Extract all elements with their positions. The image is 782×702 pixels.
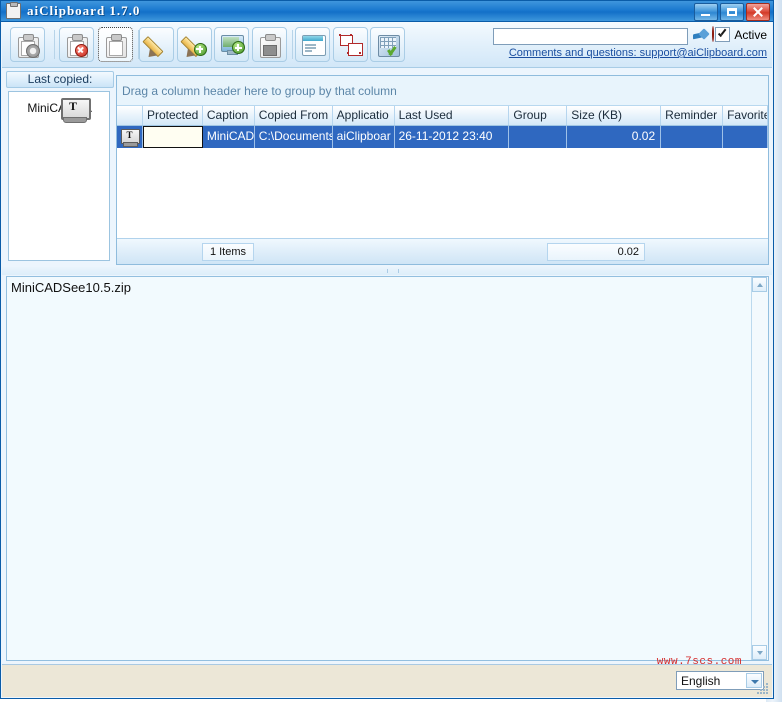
search-find-button[interactable] [692,27,710,44]
col-size[interactable]: Size (KB) [567,106,662,125]
add-screenshot-button[interactable] [214,27,249,62]
active-toggle[interactable]: Active [715,27,767,42]
close-button[interactable] [746,3,770,21]
col-reminder[interactable]: Reminder [661,106,724,125]
application-window: aiClipboard 1.7.0 Active Comments and qu… [0,0,774,699]
clipboard-gear-icon [18,33,40,58]
window-title: aiClipboard 1.7.0 [27,3,141,18]
col-copied-from[interactable]: Copied From [255,106,333,125]
calculator-check-icon [377,34,400,57]
preview-scrollbar[interactable] [751,277,768,660]
cell-reminder[interactable] [661,126,724,148]
support-link[interactable]: Comments and questions: support@aiClipbo… [509,47,767,59]
col-caption[interactable]: Caption [203,106,255,125]
app-clipboard-icon [6,2,21,19]
cell-caption[interactable]: MiniCAD [203,126,255,148]
maximize-button[interactable] [720,3,744,21]
pencil-icon [141,33,169,61]
cell-copied-from[interactable]: C:\Documents [255,126,333,148]
spreadsheet-check-button[interactable] [370,27,405,62]
last-copied-list[interactable]: T MiniCADS... [8,91,110,261]
active-label: Active [734,27,767,42]
status-bar: www.7scs.com English [2,656,772,697]
col-indicator[interactable] [117,106,143,125]
col-group[interactable]: Group [509,106,568,125]
clear-x-icon [712,26,714,42]
grid-footer: 1 Items 0.02 [117,238,768,264]
clip-preview-text: MiniCADSee10.5.zip [11,280,131,295]
paste-settings-button[interactable] [10,27,45,62]
grid-rows: T MiniCAD C:\Documents aiClipboar 26-11-… [117,126,768,236]
watermark-text: www.7scs.com [656,656,742,668]
scroll-up-arrow-icon[interactable] [752,277,767,292]
delete-clip-button[interactable] [59,27,94,62]
splitter-grip [387,269,399,273]
add-clip-button[interactable] [177,27,212,62]
language-select[interactable]: English [676,671,764,690]
col-last-used[interactable]: Last Used [395,106,510,125]
col-protected[interactable]: Protected [143,106,203,125]
cell-group[interactable] [509,126,568,148]
clipboard-save-icon [260,33,281,58]
last-copied-header: Last copied: [6,71,114,88]
clipboard-edit-icon [106,33,127,58]
rename-button[interactable] [139,27,174,62]
group-shapes-button[interactable] [333,27,368,62]
cell-favorite[interactable] [723,126,768,148]
edit-clip-button[interactable] [98,27,133,62]
col-favorite[interactable]: Favorite [723,106,768,125]
minimize-button[interactable] [694,3,718,21]
total-size-badge: 0.02 [547,242,645,261]
table-row[interactable]: T MiniCAD C:\Documents aiClipboar 26-11-… [117,126,768,148]
row-indicator-glyph: T [126,129,133,140]
language-value: English [681,673,721,688]
last-copied-item[interactable]: T MiniCADS... [17,98,103,123]
search-input[interactable] [497,30,661,46]
clips-grid: Drag a column header here to group by th… [116,75,769,265]
monitor-add-icon [221,35,245,55]
cell-size[interactable]: 0.02 [567,126,662,148]
window-icon [301,35,326,56]
toolbar-separator-1 [54,30,55,59]
text-monitor-icon: T [120,128,140,147]
item-count-badge: 1 Items [202,242,254,261]
resize-grip[interactable] [756,681,770,695]
save-clip-button[interactable] [252,27,287,62]
cell-protected[interactable] [142,126,203,148]
active-checkbox[interactable] [715,27,731,42]
grid-column-headers: Protected Caption Copied From Applicatio… [117,106,768,126]
title-bar: aiClipboard 1.7.0 [1,1,773,22]
main-toolbar: Active Comments and questions: support@a… [2,22,772,68]
clip-preview-panel[interactable]: MiniCADSee10.5.zip [6,276,769,661]
panel-splitter[interactable] [2,267,772,275]
thumbnail-glyph: T [68,99,77,113]
col-application[interactable]: Applicatio [333,106,395,125]
search-box[interactable] [493,28,688,46]
cell-last-used[interactable]: 26-11-2012 23:40 [395,126,510,148]
window-controls [694,3,770,21]
cell-application[interactable]: aiClipboar [333,126,395,148]
scroll-down-arrow-icon[interactable] [752,645,767,660]
row-indicator-cell[interactable]: T [117,126,143,148]
clipboard-delete-icon [67,33,88,58]
toolbar-separator-3 [292,30,293,59]
pencil-add-icon [179,33,207,61]
group-by-bar[interactable]: Drag a column header here to group by th… [117,76,768,106]
last-copied-panel: Last copied: T MiniCADS... [6,71,114,263]
shapes-icon [338,33,363,56]
window-view-button[interactable] [295,27,330,62]
